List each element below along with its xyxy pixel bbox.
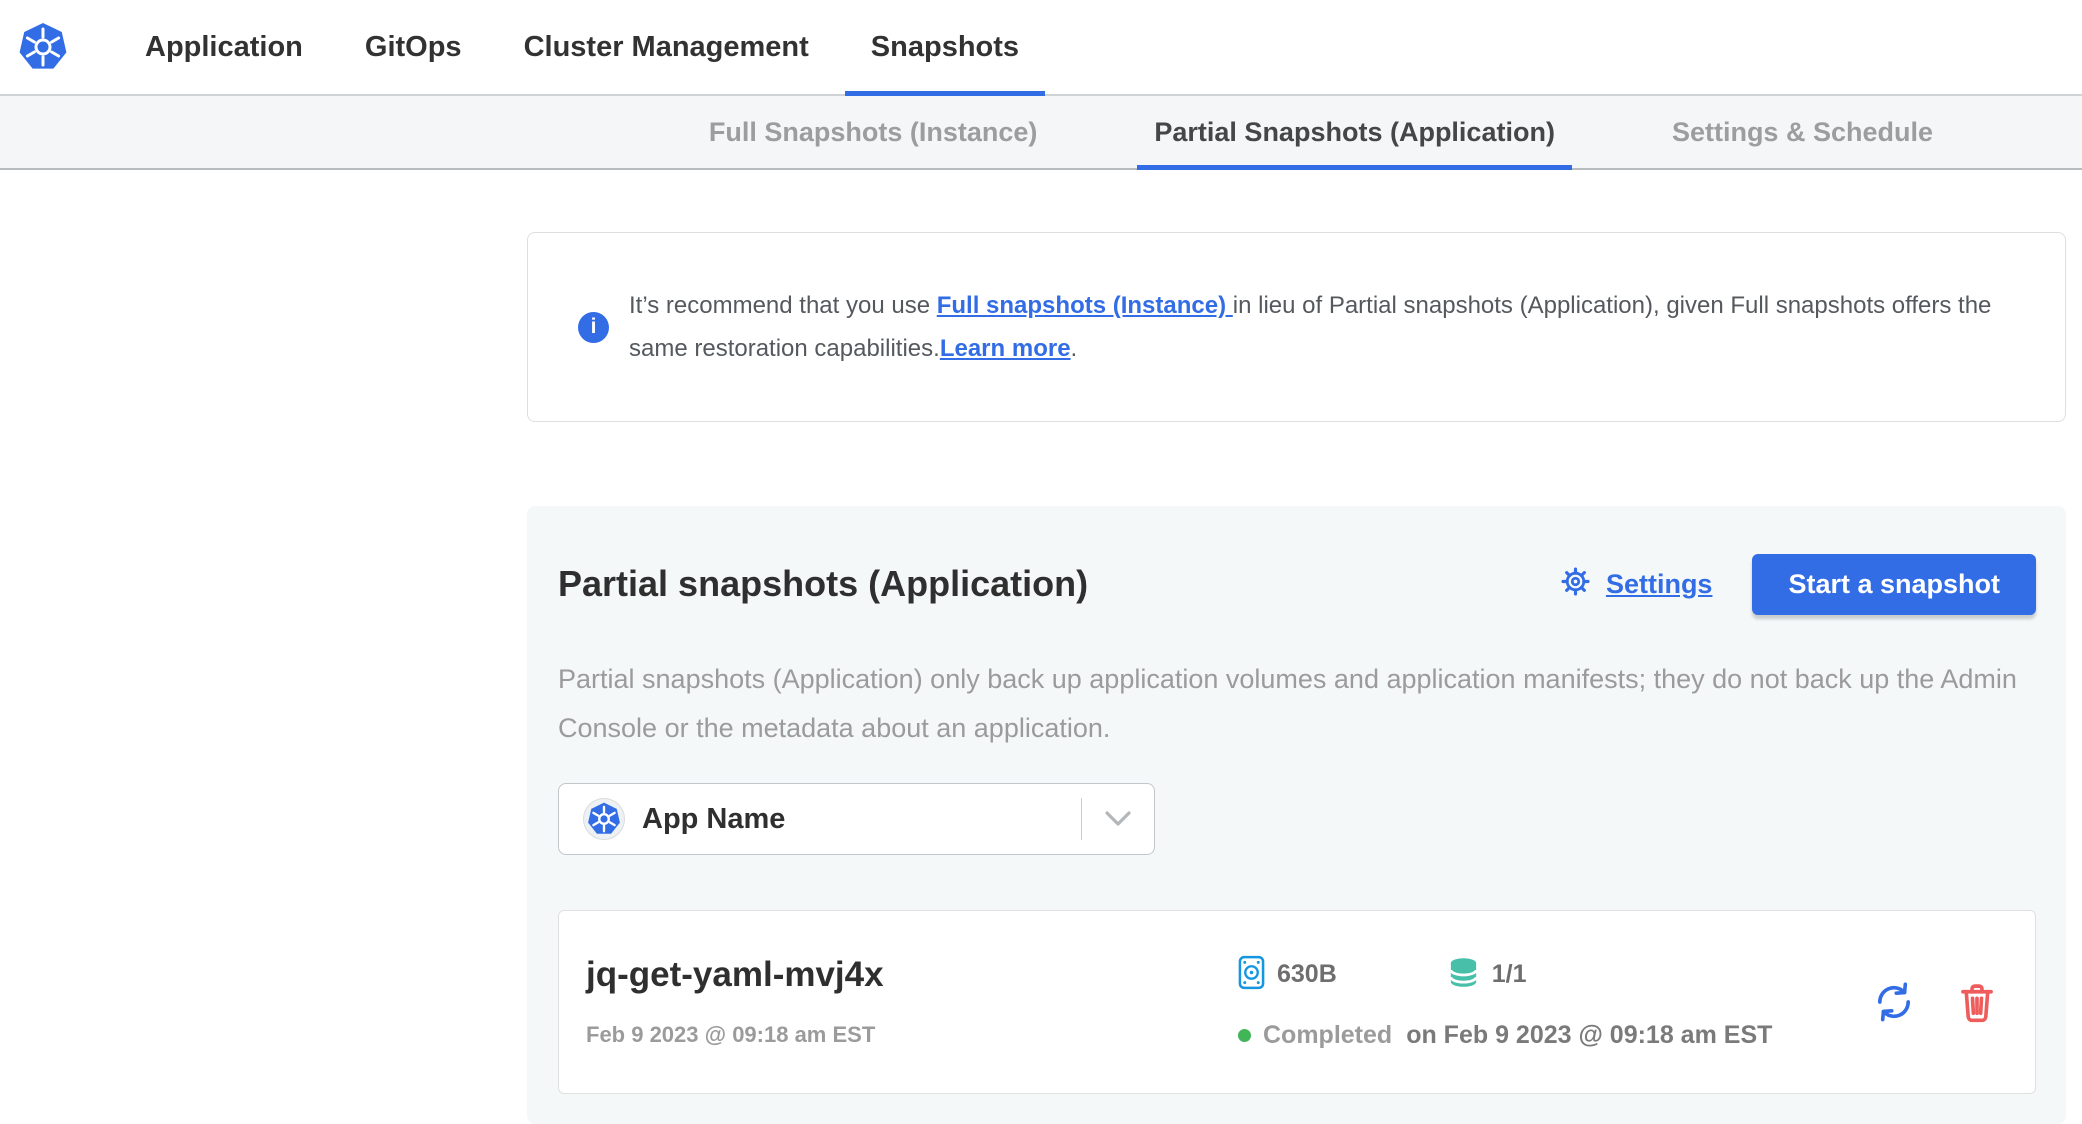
snapshot-row-main: jq-get-yaml-mvj4x bbox=[586, 955, 1871, 1050]
main-nav: Application GitOps Cluster Management Sn… bbox=[114, 0, 1050, 94]
info-banner: i It’s recommend that you use Full snaps… bbox=[527, 232, 2066, 422]
partial-snapshots-panel: Partial snapshots (Application) bbox=[527, 506, 2066, 1124]
app-name-select[interactable]: App Name bbox=[558, 783, 1155, 855]
snapshot-row[interactable]: jq-get-yaml-mvj4x bbox=[558, 910, 2036, 1094]
status-dot-icon bbox=[1238, 1029, 1251, 1042]
app-kubernetes-icon bbox=[583, 798, 625, 840]
snapshot-size: 630B bbox=[1238, 955, 1337, 995]
snapshot-volumes-value: 1/1 bbox=[1492, 960, 1527, 989]
panel-description: Partial snapshots (Application) only bac… bbox=[558, 655, 2036, 753]
snapshot-status-detail: on Feb 9 2023 @ 09:18 am EST bbox=[1406, 1021, 1772, 1050]
banner-text-after: . bbox=[1071, 335, 1078, 362]
restore-snapshot-button[interactable] bbox=[1871, 979, 1917, 1025]
snapshot-status: Completed on Feb 9 2023 @ 09:18 am EST bbox=[1238, 1021, 1871, 1050]
top-navigation: Application GitOps Cluster Management Sn… bbox=[0, 0, 2082, 96]
tab-settings-schedule[interactable]: Settings & Schedule bbox=[1655, 96, 1950, 168]
start-snapshot-button[interactable]: Start a snapshot bbox=[1752, 554, 2036, 615]
disk-icon bbox=[1238, 955, 1265, 995]
snapshot-started-date: Feb 9 2023 @ 09:18 am EST bbox=[586, 1022, 1238, 1048]
info-icon: i bbox=[578, 312, 609, 343]
trash-icon bbox=[1957, 1012, 1997, 1027]
kubernetes-logo-icon bbox=[18, 22, 68, 72]
panel-header: Partial snapshots (Application) bbox=[558, 539, 2036, 629]
nav-item-cluster-management[interactable]: Cluster Management bbox=[498, 0, 835, 94]
full-snapshots-instance-link[interactable]: Full snapshots (Instance) bbox=[937, 292, 1233, 319]
gear-icon bbox=[1557, 563, 1594, 605]
snapshots-subnav: Full Snapshots (Instance) Partial Snapsh… bbox=[0, 96, 2082, 170]
restore-icon bbox=[1871, 1013, 1917, 1028]
delete-snapshot-button[interactable] bbox=[1957, 981, 1997, 1024]
nav-item-snapshots[interactable]: Snapshots bbox=[845, 0, 1045, 94]
snapshot-name: jq-get-yaml-mvj4x bbox=[586, 955, 1238, 995]
banner-text-before: It’s recommend that you use bbox=[629, 292, 937, 319]
nav-item-application[interactable]: Application bbox=[119, 0, 329, 94]
snapshot-metrics: 630B bbox=[1238, 955, 1871, 995]
nav-item-gitops[interactable]: GitOps bbox=[339, 0, 488, 94]
snapshot-actions bbox=[1871, 979, 2009, 1025]
snapshot-status-label: Completed bbox=[1263, 1021, 1392, 1050]
tab-full-snapshots-instance[interactable]: Full Snapshots (Instance) bbox=[692, 96, 1055, 168]
learn-more-link[interactable]: Learn more bbox=[940, 335, 1071, 362]
info-banner-text: It’s recommend that you use Full snapsho… bbox=[629, 284, 2010, 370]
page-content: i It’s recommend that you use Full snaps… bbox=[527, 232, 2066, 1124]
snapshot-settings-link[interactable]: Settings bbox=[1557, 563, 1713, 605]
settings-link-label: Settings bbox=[1606, 569, 1713, 600]
snapshot-volumes: 1/1 bbox=[1447, 956, 1527, 994]
app-select-value: App Name bbox=[642, 803, 785, 836]
tab-partial-snapshots-application[interactable]: Partial Snapshots (Application) bbox=[1137, 96, 1572, 168]
database-icon bbox=[1447, 956, 1480, 994]
panel-title: Partial snapshots (Application) bbox=[558, 563, 1088, 605]
snapshot-size-value: 630B bbox=[1277, 960, 1337, 989]
chevron-down-icon[interactable] bbox=[1082, 811, 1154, 827]
